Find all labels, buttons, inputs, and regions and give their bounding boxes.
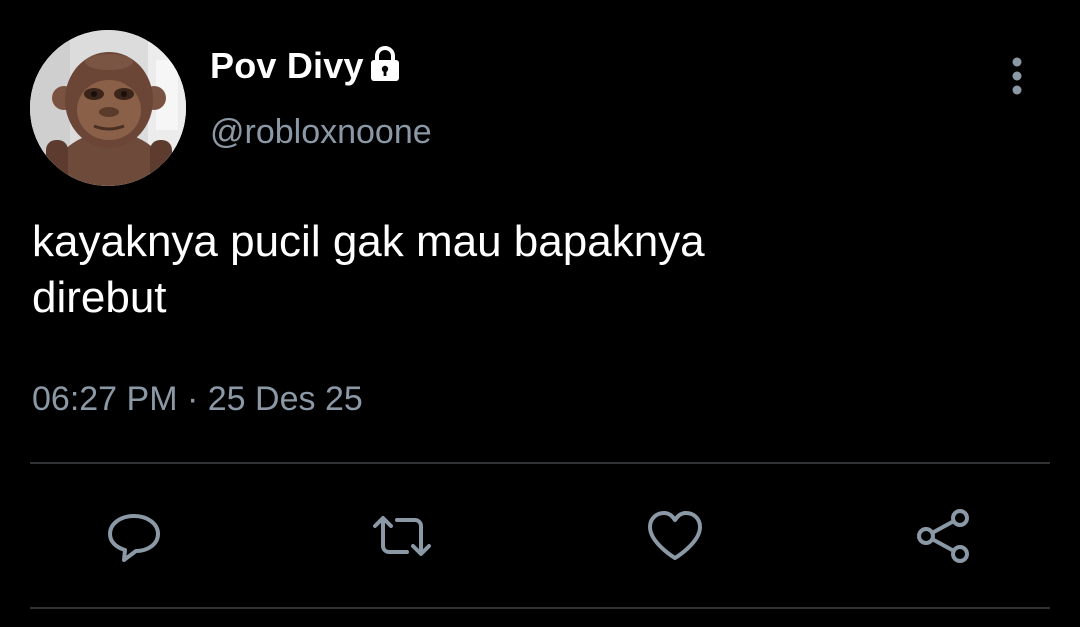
tweet-text-line: direbut [32, 273, 167, 322]
tweet-timestamp[interactable]: 06:27 PM · 25 Des 25 [32, 380, 363, 419]
heart-icon [648, 511, 702, 560]
tweet-text: kayaknya pucil gak mau bapaknya direbut [32, 214, 1032, 326]
retweet-icon [373, 516, 431, 556]
display-name[interactable]: Pov Divy [210, 45, 364, 87]
share-icon [917, 509, 969, 563]
meta-separator: · [186, 380, 199, 418]
reply-button[interactable] [101, 503, 167, 569]
more-vertical-icon[interactable] [1002, 54, 1032, 98]
tweet-card: Pov Divy @robloxnoone kayaknya pucil gak… [0, 0, 1080, 627]
avatar-image [30, 30, 186, 186]
divider [30, 462, 1050, 464]
retweet-button[interactable] [369, 503, 435, 569]
tweet-date: 25 Des 25 [207, 380, 363, 418]
bottom-divider [30, 607, 1050, 609]
avatar[interactable] [30, 30, 186, 186]
share-button[interactable] [911, 503, 977, 569]
like-button[interactable] [642, 503, 708, 569]
author-name-row: Pov Divy [210, 42, 402, 90]
tweet-time: 06:27 PM [32, 380, 178, 418]
author-handle[interactable]: @robloxnoone [210, 113, 432, 152]
lock-icon [368, 45, 402, 83]
tweet-text-line: kayaknya pucil gak mau bapaknya [32, 217, 705, 266]
reply-icon [108, 514, 160, 562]
